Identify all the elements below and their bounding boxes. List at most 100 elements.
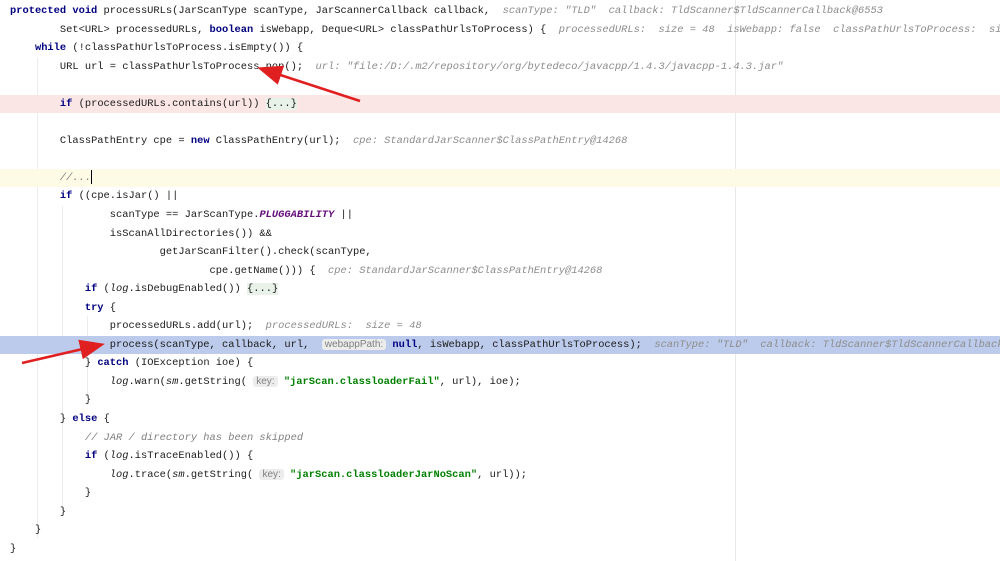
code-line[interactable]: } [0, 521, 1000, 540]
code-text: || [334, 209, 353, 222]
parameter-hint: webappPath: [321, 338, 387, 350]
keyword: else [72, 413, 104, 426]
code-text: (!classPathUrlsToProcess.isEmpty()) { [72, 42, 304, 55]
inline-debug-value: processedURLs: size = 48 isWebapp: false… [558, 23, 1000, 36]
code-line[interactable]: Set<URL> processedURLs, boolean isWebapp… [0, 21, 1000, 40]
code-text: ((cpe.isJar() || [78, 190, 179, 203]
code-text: } [10, 542, 17, 555]
code-line[interactable]: getJarScanFilter().check(scanType, [0, 243, 1000, 262]
code-text: } [34, 524, 42, 537]
code-line[interactable]: log.trace(sm.getString( key: "jarScan.cl… [0, 466, 1000, 485]
code-line[interactable]: if ((cpe.isJar() || [0, 187, 1000, 206]
code-line[interactable]: ClassPathEntry cpe = new ClassPathEntry(… [0, 132, 1000, 151]
code-text: { [103, 413, 110, 426]
keyword: boolean [209, 23, 260, 36]
static-field: log [109, 468, 129, 481]
comment: // JAR / directory has been skipped [84, 431, 304, 444]
code-text: } [84, 394, 92, 407]
code-text: processURLs(JarScanType scanType, JarSca… [103, 5, 503, 17]
code-line[interactable]: isScanAllDirectories()) && [0, 225, 1000, 244]
code-text: URL url = classPathUrlsToProcess.pop(); [59, 60, 316, 73]
execution-line[interactable]: process(scanType, callback, url, webappP… [0, 335, 1000, 355]
code-text: ClassPathEntry cpe = [59, 134, 191, 147]
breakpoint-line[interactable]: if (processedURLs.contains(url)) {...} [0, 94, 1000, 114]
code-text: } [59, 505, 67, 518]
code-line[interactable]: cpe.getName())) { cpe: StandardJarScanne… [0, 262, 1000, 281]
static-field: sm [165, 375, 179, 388]
keyword: if [59, 97, 79, 110]
code-line[interactable] [0, 113, 1000, 132]
static-field: sm [172, 468, 185, 481]
folded-block[interactable]: {...} [265, 97, 297, 110]
inline-debug-value: scanType: "TLD" callback: TldScanner$Tld… [502, 5, 883, 17]
code-text: } [84, 487, 92, 500]
code-text: process(scanType, callback, url, [109, 338, 322, 351]
keyword: if [84, 283, 104, 296]
string-literal: "jarScan.classloaderFail" [277, 375, 440, 388]
keyword: if [59, 190, 79, 203]
code-text: isWebapp, Deque<URL> classPathUrlsToProc… [259, 23, 559, 36]
parameter-hint: key: [259, 468, 284, 480]
code-line[interactable]: processedURLs.add(url); processedURLs: s… [0, 317, 1000, 336]
code-text: } [59, 413, 73, 426]
code-text: processedURLs.add(url); [109, 320, 266, 333]
code-line[interactable]: } [0, 391, 1000, 410]
inline-debug-value: scanType: "TLD" callback: TldScanner$Tld… [654, 338, 1000, 351]
code-text: (IOException ioe) { [134, 357, 254, 370]
code-text: } [84, 357, 98, 370]
code-line[interactable]: try { [0, 299, 1000, 318]
code-text: , url)); [477, 468, 528, 481]
text-caret [91, 170, 93, 185]
keyword: catch [97, 357, 135, 370]
code-text: .getString( [178, 375, 254, 388]
code-text: .trace( [128, 468, 173, 481]
code-text: isDebugEnabled()) [134, 283, 248, 296]
code-line[interactable]: scanType == JarScanType.PLUGGABILITY || [0, 206, 1000, 225]
inline-debug-value: url: "file:/D:/.m2/repository/org/bytede… [315, 60, 784, 73]
keyword: protected void [10, 5, 104, 17]
code-line[interactable]: while (!classPathUrlsToProcess.isEmpty()… [0, 39, 1000, 58]
code-line[interactable]: //... [0, 168, 1000, 188]
code-text: Set<URL> processedURLs, [59, 23, 210, 36]
code-line[interactable]: // JAR / directory has been skipped [0, 429, 1000, 448]
keyword: null [386, 338, 418, 351]
keyword: try [84, 301, 110, 314]
inline-debug-value: cpe: StandardJarScanner$ClassPathEntry@1… [352, 134, 628, 147]
code-text: getJarScanFilter().check(scanType, [159, 246, 372, 259]
static-field: log [109, 375, 129, 388]
code-line[interactable]: if (log.isDebugEnabled()) {...} [0, 280, 1000, 299]
keyword: new [190, 134, 216, 147]
code-text: , isWebapp, classPathUrlsToProcess); [417, 338, 655, 351]
code-editor[interactable]: protected void processURLs(JarScanType s… [0, 2, 1000, 558]
code-text: .warn( [128, 375, 166, 388]
code-line[interactable]: } else { [0, 410, 1000, 429]
code-line[interactable]: if (log.isTraceEnabled()) { [0, 447, 1000, 466]
code-text: .isTraceEnabled()) { [128, 450, 254, 463]
code-text: isScanAllDirectories()) && [109, 227, 272, 240]
code-line[interactable]: protected void processURLs(JarScanType s… [0, 2, 1000, 21]
code-text: scanType == JarScanType. [109, 209, 260, 222]
code-line[interactable]: URL url = classPathUrlsToProcess.pop(); … [0, 58, 1000, 77]
code-text: cpe.getName())) { [209, 264, 329, 277]
code-line[interactable]: } catch (IOException ioe) { [0, 354, 1000, 373]
keyword: if [84, 450, 104, 463]
folded-block[interactable]: {...} [247, 283, 279, 296]
code-line[interactable]: } [0, 503, 1000, 522]
code-text: { [109, 301, 117, 314]
code-line[interactable]: log.warn(sm.getString( key: "jarScan.cla… [0, 373, 1000, 392]
parameter-hint: key: [253, 375, 278, 387]
inline-debug-value: cpe: StandardJarScanner$ClassPathEntry@1… [328, 264, 603, 277]
code-text: ClassPathEntry(url); [215, 134, 353, 147]
inline-debug-value: processedURLs: size = 48 [265, 320, 422, 333]
code-text: (processedURLs.contains(url)) [78, 97, 266, 110]
code-text: , url), ioe); [439, 375, 521, 388]
comment: //... [59, 171, 92, 184]
static-field: log [109, 283, 129, 296]
code-line[interactable]: } [0, 484, 1000, 503]
static-field: log [109, 450, 129, 463]
static-field: PLUGGABILITY [259, 209, 335, 222]
code-line[interactable]: } [0, 540, 1000, 559]
code-line[interactable] [0, 150, 1000, 169]
code-text: .getString( [184, 468, 260, 481]
code-line[interactable] [0, 76, 1000, 95]
